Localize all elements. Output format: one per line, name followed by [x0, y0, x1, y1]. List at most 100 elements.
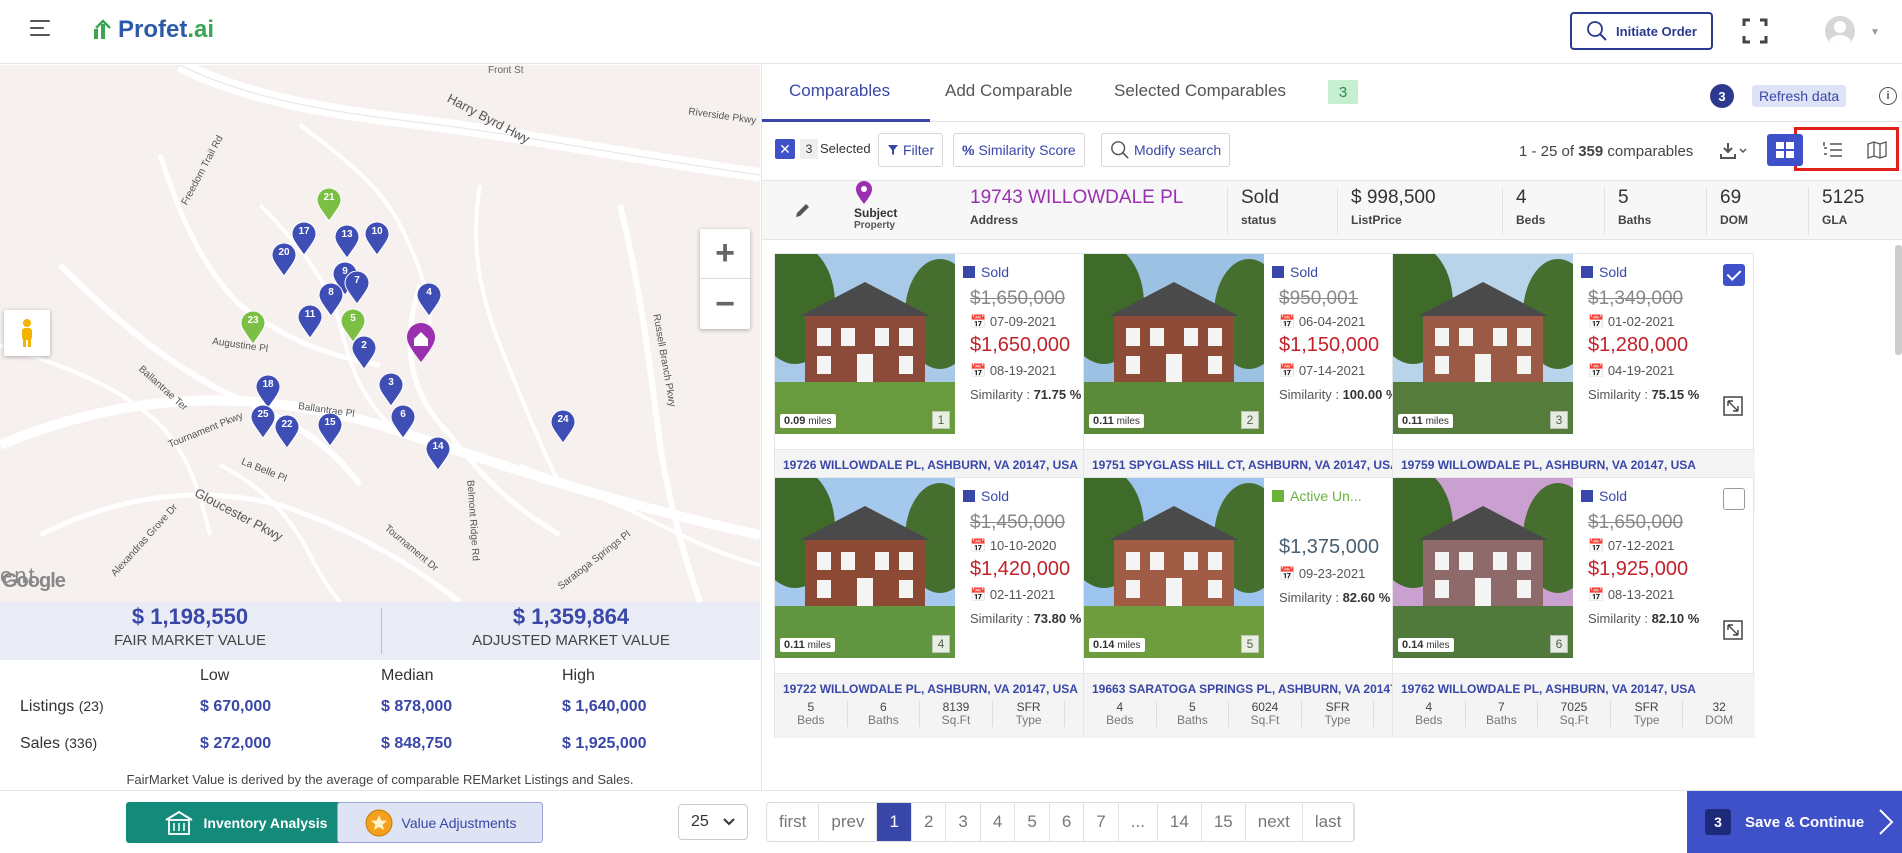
- map-pin-icon[interactable]: 24: [550, 409, 576, 444]
- avatar[interactable]: [1825, 16, 1855, 46]
- refresh-data-button[interactable]: Refresh data: [1752, 85, 1847, 107]
- comparable-card[interactable]: 0.14 miles 5 Active Un... $1,375,000 📅 0…: [1083, 477, 1446, 738]
- address-label: Address: [970, 213, 1019, 227]
- page-7[interactable]: 7: [1084, 803, 1119, 841]
- comparable-address[interactable]: 19762 WILLOWDALE PL, ASHBURN, VA 20147, …: [1401, 682, 1696, 696]
- map-pin-icon[interactable]: 22: [274, 414, 300, 449]
- page-1[interactable]: 1: [877, 803, 912, 841]
- page-last[interactable]: last: [1303, 803, 1355, 841]
- page-6[interactable]: 6: [1050, 803, 1085, 841]
- property-photo[interactable]: 0.14 miles 5: [1084, 478, 1264, 658]
- subject-dom-cell: 69 DOM: [1706, 187, 1748, 235]
- scrollbar[interactable]: [1895, 245, 1902, 355]
- tab-add-comparable[interactable]: Add Comparable: [945, 81, 1073, 101]
- page-next[interactable]: next: [1246, 803, 1303, 841]
- map-pin-icon[interactable]: 7: [344, 270, 370, 305]
- subject-home-pin-icon[interactable]: [405, 323, 437, 363]
- map[interactable]: Front St Harry Byrd Hwy Riverside Pkwy F…: [0, 65, 760, 602]
- map-pin-icon[interactable]: 18: [255, 374, 281, 409]
- subject-gla: 5125: [1822, 187, 1865, 208]
- filter-button[interactable]: Filter: [878, 133, 944, 167]
- tab-selected-comparables[interactable]: Selected Comparables: [1114, 81, 1286, 101]
- map-pin-icon[interactable]: 3: [378, 372, 404, 407]
- property-photo[interactable]: 0.09 miles 1: [775, 254, 955, 434]
- comparable-card[interactable]: 0.11 miles 4 Sold $1,450,000 📅 10-10-202…: [774, 477, 1137, 738]
- edit-icon[interactable]: [794, 201, 812, 219]
- select-checkbox[interactable]: [1723, 264, 1745, 286]
- fullscreen-icon[interactable]: [1742, 18, 1768, 44]
- expand-icon[interactable]: [1723, 396, 1743, 416]
- comparable-card[interactable]: 0.11 miles 3 Sold $1,349,000 📅 01-02-202…: [1392, 253, 1755, 514]
- map-pin-icon[interactable]: 6: [390, 404, 416, 439]
- selected-label: Selected: [820, 141, 871, 156]
- similarity-score-button[interactable]: % Similarity Score: [953, 133, 1085, 167]
- modify-search-button[interactable]: Modify search: [1101, 133, 1231, 167]
- baths-label: Baths: [1618, 213, 1652, 227]
- street-view-pegman-icon[interactable]: [4, 310, 50, 356]
- map-pin-icon[interactable]: 23: [240, 310, 266, 345]
- comparable-address[interactable]: 19751 SPYGLASS HILL CT, ASHBURN, VA 2014…: [1092, 458, 1399, 472]
- page-2[interactable]: 2: [912, 803, 947, 841]
- distance-badge: 0.14 miles: [1398, 638, 1454, 652]
- grid-view-button[interactable]: [1767, 134, 1803, 166]
- page-4[interactable]: 4: [981, 803, 1016, 841]
- property-photo[interactable]: 0.11 miles 3: [1393, 254, 1573, 434]
- per-page-select[interactable]: 25: [678, 804, 748, 840]
- stat-dom: 32 DOM: [1705, 700, 1734, 727]
- deselect-all-checkbox[interactable]: ✕: [775, 139, 795, 159]
- tab-comparables[interactable]: Comparables: [789, 81, 890, 101]
- download-icon[interactable]: [1720, 141, 1750, 161]
- map-pin-icon[interactable]: 20: [271, 242, 297, 277]
- inventory-analysis-button[interactable]: Inventory Analysis: [126, 802, 365, 843]
- map-pin-icon[interactable]: 25: [250, 404, 276, 439]
- gla-label: GLA: [1822, 213, 1848, 227]
- save-continue-button[interactable]: 3 Save & Continue: [1687, 791, 1902, 853]
- list-date: 📅 07-12-2021: [1588, 538, 1675, 553]
- property-photo[interactable]: 0.11 miles 2: [1084, 254, 1264, 434]
- comparable-address[interactable]: 19663 SARATOGA SPRINGS PL, ASHBURN, VA 2…: [1092, 682, 1429, 696]
- status-label: status: [1241, 213, 1277, 227]
- value-adjustments-button[interactable]: Value Adjustments: [337, 802, 543, 843]
- map-pin-icon[interactable]: 11: [297, 304, 323, 339]
- zoom-in-button[interactable]: +: [700, 229, 750, 279]
- select-checkbox[interactable]: [1723, 488, 1745, 510]
- zoom-out-button[interactable]: −: [700, 279, 750, 329]
- initiate-order-button[interactable]: Initiate Order: [1570, 12, 1713, 50]
- map-pin-icon[interactable]: 2: [351, 335, 377, 370]
- map-pin-icon[interactable]: 21: [316, 187, 342, 222]
- page-5[interactable]: 5: [1015, 803, 1050, 841]
- list-view-button[interactable]: [1815, 134, 1851, 166]
- comparable-card[interactable]: 0.09 miles 1 Sold $1,650,000 📅 07-09-202…: [774, 253, 1137, 514]
- chevron-down-icon[interactable]: ▼: [1870, 27, 1880, 38]
- property-photo[interactable]: 0.11 miles 4: [775, 478, 955, 658]
- subject-status-cell: Sold status: [1227, 187, 1279, 235]
- comparable-address[interactable]: 19759 WILLOWDALE PL, ASHBURN, VA 20147, …: [1401, 458, 1696, 472]
- stat-beds: 5Beds: [775, 701, 848, 727]
- page-prev[interactable]: prev: [819, 803, 878, 841]
- card-index: 2: [1241, 411, 1259, 429]
- map-pin-icon[interactable]: 4: [416, 282, 442, 317]
- bottom-bar: Inventory Analysis Value Adjustments 25 …: [0, 790, 1902, 853]
- page-3[interactable]: 3: [946, 803, 981, 841]
- map-pin-icon[interactable]: 10: [364, 221, 390, 256]
- info-icon[interactable]: i: [1879, 87, 1897, 105]
- comparable-address[interactable]: 19726 WILLOWDALE PL, ASHBURN, VA 20147, …: [783, 458, 1078, 472]
- expand-icon[interactable]: [1723, 620, 1743, 640]
- page-first[interactable]: first: [767, 803, 820, 841]
- menu-icon[interactable]: [30, 20, 50, 40]
- map-pin-icon[interactable]: 14: [425, 436, 451, 471]
- map-view-button[interactable]: [1859, 134, 1895, 166]
- comparables-toolbar: ✕ 3 Selected Filter % Similarity Score M…: [762, 123, 1902, 181]
- logo-mark-icon: [94, 19, 111, 39]
- comparable-card[interactable]: 0.14 miles 6 Sold $1,650,000 📅 07-12-202…: [1392, 477, 1755, 738]
- page-15[interactable]: 15: [1202, 803, 1246, 841]
- comparable-card[interactable]: 0.11 miles 2 Sold $950,001 📅 06-04-2021 …: [1083, 253, 1446, 514]
- property-photo[interactable]: 0.14 miles 6: [1393, 478, 1573, 658]
- stat-type: SFRType: [1611, 701, 1684, 727]
- logo[interactable]: Profet.ai: [92, 16, 214, 44]
- page-14[interactable]: 14: [1158, 803, 1202, 841]
- stat-baths: 5Baths: [1157, 701, 1230, 727]
- map-pin-icon[interactable]: 15: [317, 412, 343, 447]
- map-pin-icon[interactable]: 13: [334, 224, 360, 259]
- comparable-address[interactable]: 19722 WILLOWDALE PL, ASHBURN, VA 20147, …: [783, 682, 1078, 696]
